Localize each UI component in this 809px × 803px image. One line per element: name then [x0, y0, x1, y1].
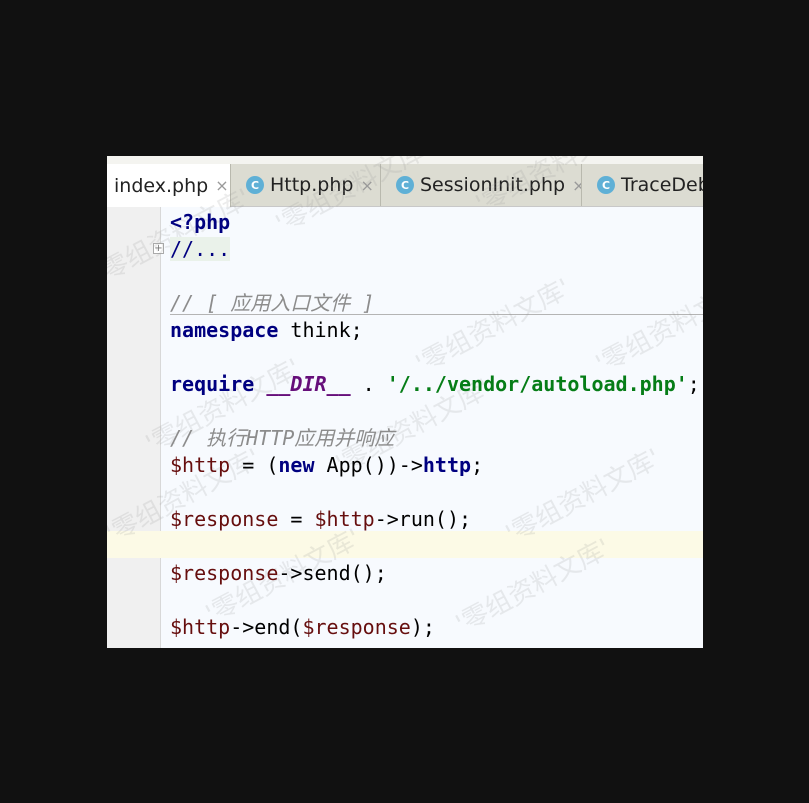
variable: $http	[314, 507, 375, 531]
keyword: require	[170, 372, 255, 396]
variable: $response	[170, 561, 279, 585]
class-c-icon: C	[246, 176, 264, 194]
line-gutter	[107, 207, 161, 648]
fold-expand-icon[interactable]: +	[153, 243, 164, 254]
code-text: =	[278, 507, 315, 531]
code-text: ->send();	[278, 561, 387, 585]
close-icon[interactable]: ×	[215, 176, 228, 195]
code-editor-window: index.php × C Http.php × C SessionInit.p…	[107, 156, 703, 648]
php-open-tag: <?php	[170, 210, 231, 234]
code-line-2: //...	[170, 236, 231, 263]
variable: $response	[302, 615, 411, 639]
comment-text: // [ 应用入口文件 ]	[170, 291, 375, 315]
close-icon[interactable]: ×	[360, 176, 373, 195]
tab-label: Http.php	[270, 174, 354, 196]
property: http	[422, 453, 472, 477]
keyword: namespace	[170, 318, 279, 342]
code-text: );	[410, 615, 435, 639]
variable: $response	[170, 507, 279, 531]
code-line-namespace: namespace think;	[170, 317, 363, 344]
variable: $http	[170, 453, 231, 477]
tab-sessioninit-php[interactable]: C SessionInit.php ×	[381, 164, 582, 206]
tab-label: index.php	[114, 174, 209, 197]
tab-bar-top-strip	[107, 156, 703, 164]
code-line-comment-entry: // [ 应用入口文件 ]	[170, 290, 374, 317]
class-c-icon: C	[597, 176, 615, 194]
code-line-1: <?php	[170, 209, 230, 236]
code-text: ->run();	[374, 507, 472, 531]
current-line-highlight	[107, 531, 703, 558]
comment-text: // 执行HTTP应用并响应	[170, 426, 395, 450]
code-line-require: require __DIR__ . '/../vendor/autoload.p…	[170, 371, 700, 398]
code-line-end: $http->end($response);	[170, 614, 435, 641]
tab-http-php[interactable]: C Http.php ×	[231, 164, 381, 206]
keyword: new	[278, 453, 315, 477]
variable: $http	[170, 615, 231, 639]
namespace-name: think;	[278, 318, 363, 342]
tab-index-php[interactable]: index.php ×	[107, 164, 231, 207]
code-line-comment-run: // 执行HTTP应用并响应	[170, 425, 394, 452]
tab-label: SessionInit.php	[420, 174, 566, 196]
semicolon: ;	[687, 372, 700, 396]
string-literal: '/../vendor/autoload.php'	[386, 372, 688, 396]
code-line-http: $http = (new App())->http;	[170, 452, 483, 479]
editor-tab-bar: index.php × C Http.php × C SessionInit.p…	[107, 156, 703, 207]
semicolon: ;	[471, 453, 484, 477]
tab-tracedebug[interactable]: C TraceDeb	[582, 164, 703, 206]
code-text: ->end(	[230, 615, 303, 639]
code-line-response: $response = $http->run();	[170, 506, 471, 533]
magic-constant: __DIR__	[266, 372, 351, 396]
tab-label: TraceDeb	[621, 174, 703, 196]
code-text: = (	[230, 453, 279, 477]
code-line-send: $response->send();	[170, 560, 387, 587]
folded-code[interactable]: //...	[170, 237, 231, 261]
class-c-icon: C	[396, 176, 414, 194]
code-text: App())->	[314, 453, 423, 477]
close-icon[interactable]: ×	[572, 176, 581, 195]
operator: .	[350, 372, 387, 396]
